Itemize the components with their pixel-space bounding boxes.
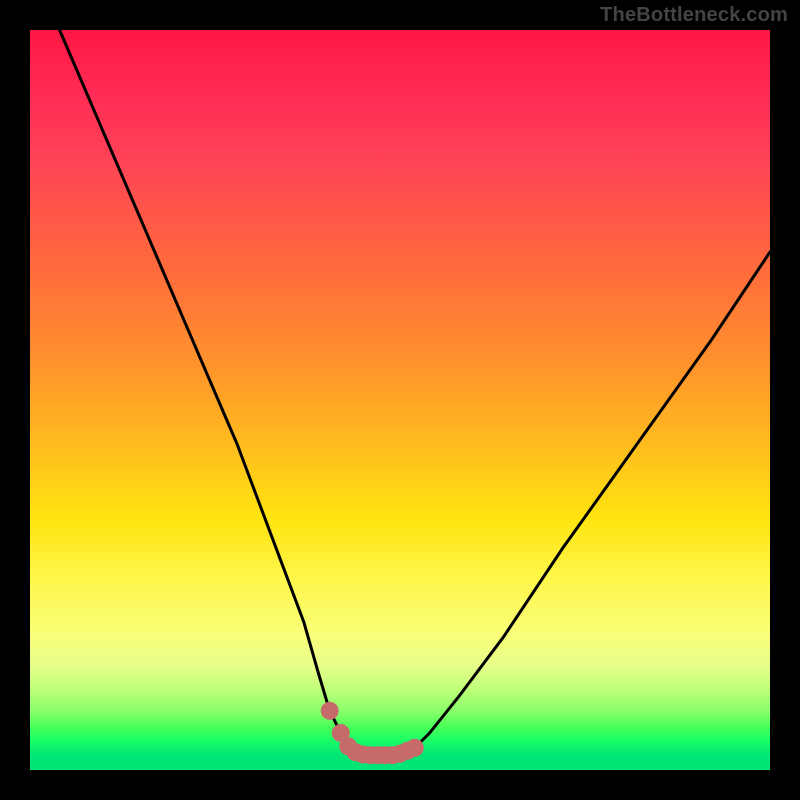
marker-dot: [321, 702, 339, 720]
curve-svg: [30, 30, 770, 770]
watermark-text: TheBottleneck.com: [600, 4, 788, 27]
plot-area: [30, 30, 770, 770]
marker-dots: [321, 702, 424, 764]
chart-stage: TheBottleneck.com: [0, 0, 800, 800]
marker-dot: [406, 739, 424, 757]
bottleneck-curve: [60, 30, 770, 755]
